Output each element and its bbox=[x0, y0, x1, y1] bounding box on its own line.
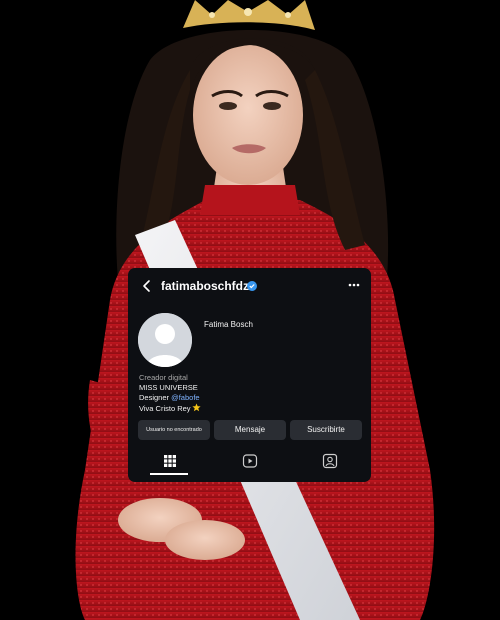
default-avatar-icon bbox=[138, 313, 192, 367]
profile-tabs bbox=[128, 451, 371, 482]
tagged-icon[interactable] bbox=[322, 453, 338, 469]
profile-header: fatimaboschfdz bbox=[128, 268, 371, 304]
bio-mention-link[interactable]: @fabofe bbox=[171, 393, 199, 402]
bio-line-3: Viva Cristo Rey bbox=[139, 403, 201, 414]
active-tab-indicator bbox=[150, 473, 188, 475]
bio-line-2: Designer @fabofe bbox=[139, 393, 201, 403]
avatar[interactable] bbox=[138, 313, 192, 367]
grid-icon[interactable] bbox=[162, 453, 178, 469]
user-not-found-button[interactable]: Usuario no encontrado bbox=[138, 420, 210, 440]
more-options-icon[interactable] bbox=[347, 279, 361, 291]
profile-card: fatimaboschfdz Fatima Bosch Creador digi… bbox=[128, 268, 371, 482]
reels-icon[interactable] bbox=[242, 453, 258, 469]
profile-full-name: Fatima Bosch bbox=[204, 320, 253, 329]
profile-username: fatimaboschfdz bbox=[161, 279, 250, 293]
bio-line-2-prefix: Designer bbox=[139, 393, 172, 402]
verified-badge-icon bbox=[247, 281, 257, 291]
bio-line-3-text: Viva Cristo Rey bbox=[139, 404, 191, 413]
bio-category: Creador digital bbox=[139, 373, 188, 382]
profile-bio: Creador digital MISS UNIVERSE Designer @… bbox=[139, 373, 201, 414]
message-button[interactable]: Mensaje bbox=[214, 420, 286, 440]
subscribe-button[interactable]: Suscribirte bbox=[290, 420, 362, 440]
back-arrow-icon[interactable] bbox=[140, 279, 154, 293]
bio-line-1: MISS UNIVERSE bbox=[139, 383, 198, 392]
star-icon bbox=[191, 403, 201, 412]
